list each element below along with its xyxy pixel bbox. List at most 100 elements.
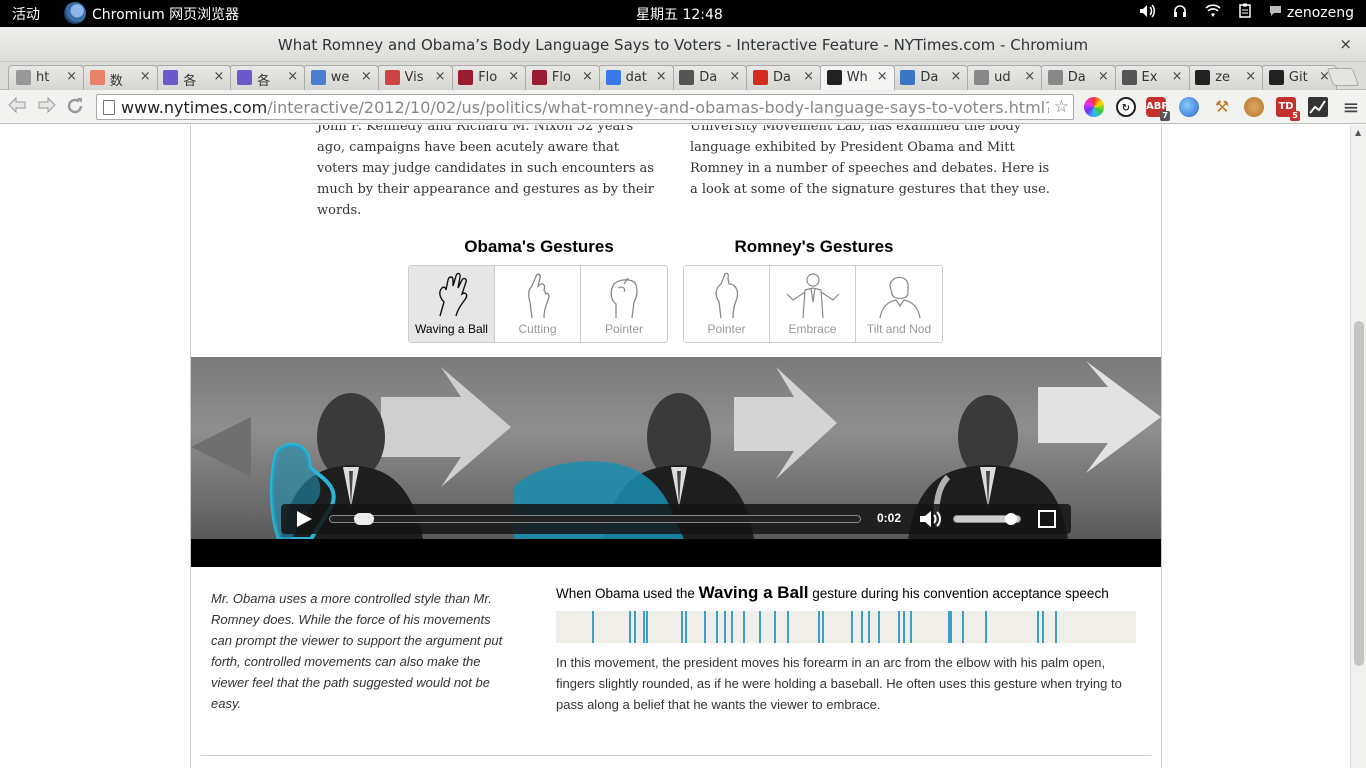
volume-icon[interactable] xyxy=(919,509,943,533)
tab[interactable]: Da × xyxy=(892,65,969,90)
tab[interactable]: ud × xyxy=(966,65,1043,90)
tab[interactable]: Git × xyxy=(1260,65,1337,90)
tab[interactable]: Vis × xyxy=(376,65,453,90)
td-extension-icon[interactable]: TD 5 xyxy=(1276,97,1300,121)
tab[interactable]: Da × xyxy=(745,65,821,90)
wifi-icon[interactable] xyxy=(1205,3,1221,22)
seek-handle[interactable] xyxy=(354,513,374,525)
tab[interactable]: we × xyxy=(302,65,379,90)
tab[interactable]: Da × xyxy=(1039,65,1116,90)
gesture-label: Tilt and Nod xyxy=(866,322,932,336)
s-icon xyxy=(900,70,916,85)
url-text[interactable]: www.nytimes.com/interactive/2012/10/02/u… xyxy=(121,98,1049,117)
color-picker-extension-icon[interactable] xyxy=(1084,97,1104,117)
tab[interactable]: Wh × xyxy=(818,65,895,90)
tab-close-icon[interactable]: × xyxy=(435,69,446,84)
tab[interactable]: 数 × xyxy=(81,65,158,90)
tab[interactable]: Ex × xyxy=(1113,65,1190,90)
back-button[interactable] xyxy=(6,96,28,118)
tab[interactable]: ht × xyxy=(8,65,84,90)
tab-close-icon[interactable]: × xyxy=(508,69,519,84)
bookmark-star-icon[interactable]: ☆ xyxy=(1054,97,1069,117)
tab-close-icon[interactable]: × xyxy=(213,69,224,84)
tab[interactable]: Flo × xyxy=(450,65,527,90)
volume-icon[interactable] xyxy=(1139,3,1156,22)
adblock-plus-icon[interactable]: ABP 7 xyxy=(1146,97,1170,121)
tab-close-icon[interactable]: × xyxy=(729,69,740,84)
fullscreen-icon[interactable] xyxy=(1038,510,1056,528)
timeline-mark xyxy=(861,611,863,643)
tab-strip: Git × ze × Ex × Da × ud × Da × Wh × Da × Da × dat × Flo × Flo ×… xyxy=(0,62,1366,90)
gesture-obama-cutting[interactable]: Cutting xyxy=(495,266,581,342)
hammer-extension-icon[interactable]: ⚒ xyxy=(1212,97,1232,117)
gesture-video-player[interactable]: 0:02 xyxy=(191,357,1161,567)
tab[interactable]: Flo × xyxy=(523,65,600,90)
page-scrollbar[interactable]: ▲ xyxy=(1350,125,1366,768)
romney-pointer-icon xyxy=(715,272,739,319)
flowingdata-icon xyxy=(531,70,547,85)
nytimes-icon xyxy=(826,70,842,85)
tab-label: Flo xyxy=(478,70,498,85)
clock[interactable]: 星期五 12:48 xyxy=(636,4,723,24)
tab-close-icon[interactable]: × xyxy=(582,69,593,84)
volume-handle[interactable] xyxy=(1005,513,1017,525)
clipboard-icon[interactable] xyxy=(1239,3,1252,22)
app-menu[interactable]: Chromium 网页浏览器 xyxy=(64,2,239,24)
activities-button[interactable]: 活动 xyxy=(12,4,40,24)
tab[interactable]: 各 × xyxy=(229,65,306,90)
tab-close-icon[interactable]: × xyxy=(877,69,888,84)
sync-extension-icon[interactable]: ↻ xyxy=(1116,97,1136,117)
tab-label: Da xyxy=(1067,70,1086,85)
reload-icon xyxy=(67,98,83,114)
gesture-label: Embrace xyxy=(788,322,837,336)
reload-button[interactable] xyxy=(64,96,86,118)
address-bar[interactable]: www.nytimes.com/interactive/2012/10/02/u… xyxy=(96,94,1074,120)
forward-button[interactable] xyxy=(36,96,58,118)
tab-close-icon[interactable]: × xyxy=(950,69,961,84)
tab[interactable]: Da × xyxy=(671,65,748,90)
headphones-icon[interactable] xyxy=(1173,4,1187,22)
scrollbar-thumb[interactable] xyxy=(1354,321,1364,666)
tab[interactable]: 各 × xyxy=(155,65,232,90)
tab-close-icon[interactable]: × xyxy=(1245,69,1256,84)
gesture-label: Pointer xyxy=(604,322,644,336)
tab-close-icon[interactable]: × xyxy=(656,69,667,84)
tab-label: Ex xyxy=(1141,70,1158,85)
chart-extension-icon[interactable] xyxy=(1308,97,1328,117)
tab[interactable]: dat × xyxy=(597,65,674,90)
timeline-mark xyxy=(646,611,648,643)
gesture-usage-timeline[interactable] xyxy=(556,611,1136,643)
bing-icon xyxy=(163,70,179,85)
timeline-mark xyxy=(822,611,824,643)
gesture-romney-pointer[interactable]: Pointer xyxy=(684,266,770,342)
chrome-menu-icon[interactable]: ≡ xyxy=(1340,96,1362,118)
play-icon[interactable] xyxy=(297,511,312,527)
tab[interactable]: ze × xyxy=(1187,65,1264,90)
tab-close-icon[interactable]: × xyxy=(66,69,77,84)
new-tab-button[interactable] xyxy=(1326,68,1360,86)
gesture-label: Pointer xyxy=(707,322,746,336)
cookie-extension-icon[interactable] xyxy=(1244,97,1264,117)
user-menu[interactable]: zenozeng xyxy=(1269,5,1354,21)
tab-close-icon[interactable]: × xyxy=(140,69,151,84)
timeline-mark xyxy=(898,611,900,643)
gesture-obama-waving-a-ball[interactable]: Waving a Ball xyxy=(409,266,495,342)
tab-close-icon[interactable]: × xyxy=(287,69,298,84)
tab-label: 各 xyxy=(183,74,197,89)
tab-close-icon[interactable]: × xyxy=(803,69,814,84)
tab-close-icon[interactable]: × xyxy=(1172,69,1183,84)
tab-close-icon[interactable]: × xyxy=(1098,69,1109,84)
gesture-obama-pointer[interactable]: Pointer xyxy=(581,266,667,342)
globe-extension-icon[interactable] xyxy=(1179,97,1199,117)
tab-label: Da xyxy=(699,70,718,85)
scroll-up-icon[interactable]: ▲ xyxy=(1355,128,1361,137)
window-close-button[interactable]: × xyxy=(1339,35,1352,53)
tab-close-icon[interactable]: × xyxy=(1024,69,1035,84)
gesture-romney-tilt-and-nod[interactable]: Tilt and Nod xyxy=(856,266,942,342)
tab-close-icon[interactable]: × xyxy=(361,69,372,84)
video-seek-bar[interactable] xyxy=(329,513,861,525)
obama-gestures-title: Obama's Gestures xyxy=(464,237,614,256)
gesture-romney-embrace[interactable]: Embrace xyxy=(770,266,856,342)
usage-prefix: When Obama used the xyxy=(556,586,699,601)
tab-label: 数 xyxy=(109,74,123,89)
